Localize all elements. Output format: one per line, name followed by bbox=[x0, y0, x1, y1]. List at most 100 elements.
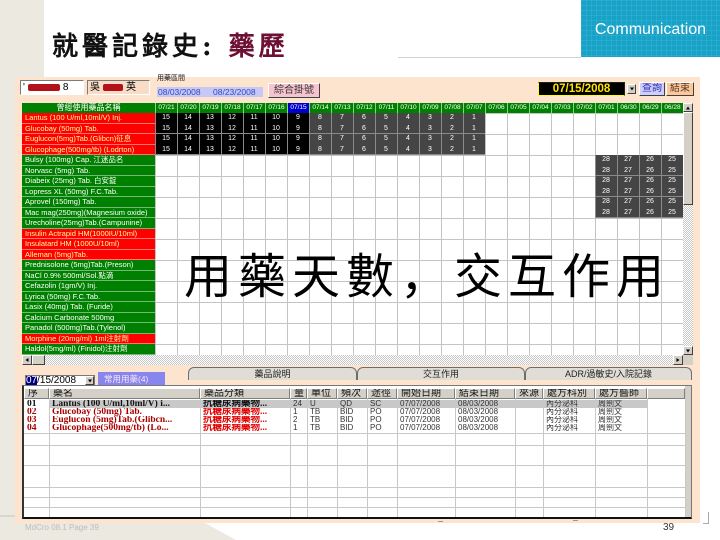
date-column-header[interactable]: 07/15 bbox=[287, 103, 309, 113]
column-header-unit[interactable]: 單位 bbox=[307, 388, 337, 399]
drug-row-name[interactable]: Glucophage(500mg/tb) (Lodrton) bbox=[22, 144, 155, 155]
tab-adr-allergy-admission[interactable]: ADR/過敏史/入院記錄 bbox=[525, 367, 692, 380]
usage-day-cell[interactable]: 14 bbox=[177, 134, 199, 145]
usage-day-cell[interactable]: 14 bbox=[177, 123, 199, 134]
order-row[interactable]: 04 Glucophage(500mg/tb) (Lo... 抗糖尿病藥物... 1 T… bbox=[24, 424, 647, 432]
date-column-header[interactable]: 07/01 bbox=[595, 103, 617, 113]
usage-day-cell[interactable]: 3 bbox=[419, 123, 441, 134]
date-column-header[interactable]: 06/30 bbox=[617, 103, 639, 113]
usage-day-cell[interactable]: 28 bbox=[595, 176, 617, 187]
tab-interactions[interactable]: 交互作用 bbox=[357, 367, 525, 380]
query-date-field[interactable]: 07/15/2008 bbox=[538, 82, 625, 96]
register-button[interactable]: 綜合掛號 bbox=[268, 83, 320, 98]
usage-day-cell[interactable]: 8 bbox=[309, 134, 331, 145]
column-header-start[interactable]: 開始日期 bbox=[397, 388, 455, 399]
column-header-freq[interactable]: 頻次 bbox=[337, 388, 367, 399]
usage-day-cell[interactable]: 7 bbox=[331, 113, 353, 124]
date-column-header[interactable]: 07/11 bbox=[375, 103, 397, 113]
drug-row-name[interactable]: Calcium Carbonate 500mg bbox=[22, 312, 155, 323]
date-column-header[interactable]: 07/09 bbox=[419, 103, 441, 113]
column-header-source[interactable]: 來源 bbox=[515, 388, 543, 399]
usage-day-cell[interactable]: 28 bbox=[595, 186, 617, 197]
usage-day-cell[interactable]: 3 bbox=[419, 134, 441, 145]
usage-day-cell[interactable]: 2 bbox=[441, 134, 463, 145]
date-column-header[interactable]: 07/13 bbox=[331, 103, 353, 113]
usage-day-cell[interactable]: 28 bbox=[595, 165, 617, 176]
date-column-header[interactable]: 07/06 bbox=[485, 103, 507, 113]
usage-day-cell[interactable]: 11 bbox=[243, 144, 265, 155]
usage-day-cell[interactable]: 25 bbox=[661, 207, 683, 218]
usage-day-cell[interactable]: 12 bbox=[221, 123, 243, 134]
date-range-end[interactable]: 08/23/2008 bbox=[213, 87, 256, 97]
usage-day-cell[interactable]: 11 bbox=[243, 134, 265, 145]
date-column-header[interactable]: 07/03 bbox=[551, 103, 573, 113]
usage-day-cell[interactable]: 1 bbox=[463, 123, 485, 134]
usage-day-cell[interactable]: 26 bbox=[639, 207, 661, 218]
usage-day-cell[interactable]: 25 bbox=[661, 176, 683, 187]
order-row[interactable]: 02 Glucobay (50mg) Tab. 抗糖尿病藥物... 1 TB BID PO 0… bbox=[24, 408, 647, 416]
usage-day-cell[interactable]: 12 bbox=[221, 144, 243, 155]
usage-day-cell[interactable]: 25 bbox=[661, 165, 683, 176]
horizontal-scroll-thumb[interactable] bbox=[32, 355, 45, 365]
order-date-dropdown-button[interactable] bbox=[85, 376, 94, 385]
date-column-header[interactable]: 07/20 bbox=[177, 103, 199, 113]
usage-day-cell[interactable]: 8 bbox=[309, 123, 331, 134]
usage-day-cell[interactable]: 6 bbox=[353, 123, 375, 134]
usage-day-cell[interactable]: 1 bbox=[463, 134, 485, 145]
scroll-down-button[interactable] bbox=[683, 346, 693, 355]
usage-day-cell[interactable]: 26 bbox=[639, 165, 661, 176]
drug-row-name[interactable]: Alleman (5mg)Tab. bbox=[22, 249, 155, 260]
usage-day-cell[interactable]: 5 bbox=[375, 144, 397, 155]
order-row[interactable]: 01 Lantus (100 U/ml,10ml/V) i... 抗糖尿病藥物...… bbox=[24, 399, 647, 408]
usage-day-cell[interactable]: 27 bbox=[617, 197, 639, 208]
date-column-header[interactable]: 07/05 bbox=[507, 103, 529, 113]
usage-day-cell[interactable]: 13 bbox=[199, 123, 221, 134]
usage-day-cell[interactable]: 15 bbox=[155, 123, 177, 134]
usage-day-cell[interactable]: 4 bbox=[397, 144, 419, 155]
column-header-no[interactable]: 序 bbox=[24, 388, 49, 399]
drug-row-name[interactable]: Urecholine(25mg)Tab.(Campunine) bbox=[22, 218, 155, 229]
drug-row-name[interactable]: Cefazolin (1gm/V) Inj. bbox=[22, 281, 155, 292]
column-header-name[interactable]: 藥名 bbox=[49, 388, 200, 399]
date-column-header[interactable]: 07/17 bbox=[243, 103, 265, 113]
usage-day-cell[interactable]: 27 bbox=[617, 186, 639, 197]
date-column-header[interactable]: 07/18 bbox=[221, 103, 243, 113]
usage-day-cell[interactable]: 25 bbox=[661, 186, 683, 197]
usage-day-cell[interactable]: 6 bbox=[353, 113, 375, 124]
drug-row-name[interactable]: Lantus (100 U/ml,10ml/V) Inj. bbox=[22, 113, 155, 124]
usage-day-cell[interactable]: 7 bbox=[331, 134, 353, 145]
usage-day-cell[interactable]: 1 bbox=[463, 113, 485, 124]
usage-day-cell[interactable]: 3 bbox=[419, 113, 441, 124]
usage-day-cell[interactable]: 15 bbox=[155, 144, 177, 155]
usage-day-cell[interactable]: 2 bbox=[441, 144, 463, 155]
column-header-end[interactable]: 結束日期 bbox=[455, 388, 515, 399]
usage-day-cell[interactable]: 10 bbox=[265, 144, 287, 155]
usage-day-cell[interactable]: 9 bbox=[287, 134, 309, 145]
scroll-up-button[interactable] bbox=[683, 103, 693, 112]
usage-day-cell[interactable]: 2 bbox=[441, 113, 463, 124]
column-header-category[interactable]: 藥品分類 bbox=[200, 388, 290, 399]
drug-row-name[interactable]: Lopress XL (50mg) F.C.Tab. bbox=[22, 186, 155, 197]
date-column-header[interactable]: 07/04 bbox=[529, 103, 551, 113]
query-date-dropdown-button[interactable] bbox=[627, 84, 636, 94]
drug-row-name[interactable]: Haldol(5mg/ml) (Finidol)注射劑 bbox=[22, 344, 155, 355]
scroll-right-button[interactable] bbox=[673, 355, 683, 365]
usage-day-cell[interactable]: 9 bbox=[287, 113, 309, 124]
usage-day-cell[interactable]: 7 bbox=[331, 144, 353, 155]
usage-day-cell[interactable]: 13 bbox=[199, 144, 221, 155]
drug-row-name[interactable]: Aprovel (150mg) Tab. bbox=[22, 197, 155, 208]
date-column-header[interactable]: 07/16 bbox=[265, 103, 287, 113]
drug-row-name[interactable]: Prednisolone (5mg)Tab.(Preson) bbox=[22, 260, 155, 271]
usage-day-cell[interactable]: 10 bbox=[265, 134, 287, 145]
usage-day-cell[interactable]: 1 bbox=[463, 144, 485, 155]
usage-day-cell[interactable]: 12 bbox=[221, 113, 243, 124]
column-header-dose[interactable]: 量 bbox=[290, 388, 307, 399]
usage-day-cell[interactable]: 26 bbox=[639, 197, 661, 208]
date-column-header[interactable]: 07/08 bbox=[441, 103, 463, 113]
usage-day-cell[interactable]: 4 bbox=[397, 123, 419, 134]
column-header-route[interactable]: 途徑 bbox=[367, 388, 397, 399]
date-column-header[interactable]: 07/19 bbox=[199, 103, 221, 113]
usage-day-cell[interactable]: 26 bbox=[639, 155, 661, 166]
usage-day-cell[interactable]: 28 bbox=[595, 155, 617, 166]
usage-day-cell[interactable]: 13 bbox=[199, 113, 221, 124]
